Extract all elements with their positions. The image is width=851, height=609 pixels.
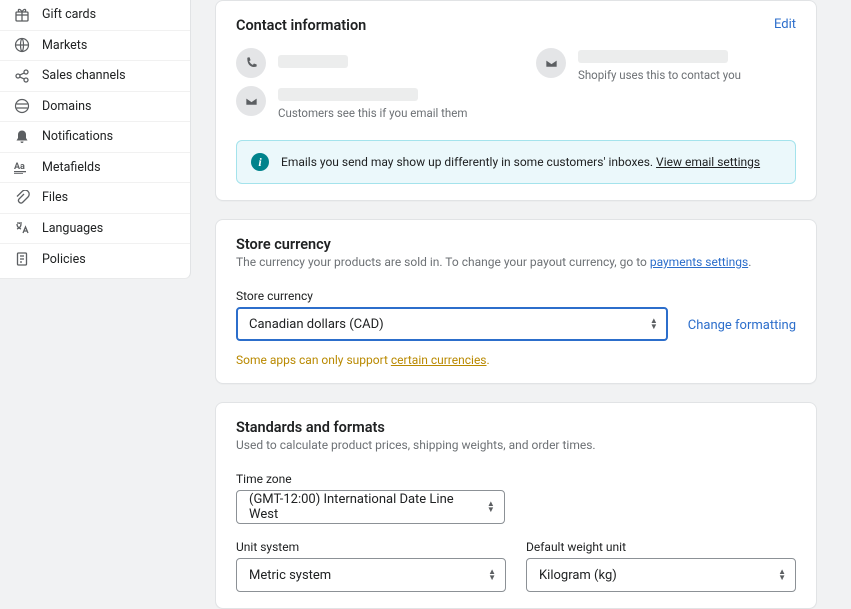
currency-select[interactable]: Canadian dollars (CAD) ▲▼ xyxy=(236,307,668,341)
share-icon xyxy=(14,68,30,84)
settings-sidebar: Gift cards Markets Sales channels Domain… xyxy=(0,0,191,278)
sidebar-item-domains[interactable]: Domains xyxy=(0,92,190,123)
currency-select-value: Canadian dollars (CAD) xyxy=(236,307,668,341)
sidebar-item-markets[interactable]: Markets xyxy=(0,31,190,62)
sidebar-label: Sales channels xyxy=(42,68,126,83)
customer-email-placeholder xyxy=(278,88,418,101)
sidebar-label: Domains xyxy=(42,99,92,114)
paperclip-icon xyxy=(14,190,30,206)
languages-icon xyxy=(14,220,30,236)
banner-text: Emails you send may show up differently … xyxy=(281,155,760,169)
unit-system-select[interactable]: Metric system ▲▼ xyxy=(236,558,506,592)
sidebar-label: Policies xyxy=(42,252,86,267)
store-currency-card: Store currency The currency your product… xyxy=(215,219,817,384)
info-icon: i xyxy=(251,153,269,171)
edit-contact-link[interactable]: Edit xyxy=(774,17,796,32)
currency-warning: Some apps can only support certain curre… xyxy=(236,353,796,367)
email-icon xyxy=(536,48,566,78)
timezone-select[interactable]: (GMT-12:00) International Date Line West… xyxy=(236,490,505,524)
metafields-icon: Aa xyxy=(14,159,30,175)
sidebar-label: Gift cards xyxy=(42,7,96,22)
weight-unit-value: Kilogram (kg) xyxy=(526,558,796,592)
domains-icon xyxy=(14,98,30,114)
unit-system-label: Unit system xyxy=(236,540,506,554)
email-info-banner: i Emails you send may show up differentl… xyxy=(236,140,796,184)
timezone-label: Time zone xyxy=(236,472,796,486)
bell-icon xyxy=(14,129,30,145)
sidebar-item-notifications[interactable]: Notifications xyxy=(0,122,190,153)
standards-card: Standards and formats Used to calculate … xyxy=(215,402,817,609)
payments-settings-link[interactable]: payments settings xyxy=(650,255,748,269)
email-icon xyxy=(236,86,266,116)
currency-subtitle: The currency your products are sold in. … xyxy=(236,255,796,269)
weight-unit-label: Default weight unit xyxy=(526,540,796,554)
svg-text:Aa: Aa xyxy=(14,162,25,172)
sidebar-item-files[interactable]: Files xyxy=(0,183,190,214)
sidebar-item-gift-cards[interactable]: Gift cards xyxy=(0,0,190,31)
sidebar-item-languages[interactable]: Languages xyxy=(0,214,190,245)
currency-label: Store currency xyxy=(236,289,668,303)
unit-system-value: Metric system xyxy=(236,558,506,592)
view-email-settings-link[interactable]: View email settings xyxy=(656,155,760,169)
policies-icon xyxy=(14,251,30,267)
settings-main: Contact information Edit xyxy=(191,0,851,528)
currency-title: Store currency xyxy=(236,236,796,253)
sidebar-label: Metafields xyxy=(42,160,101,175)
sidebar-label: Files xyxy=(42,190,68,205)
contact-info-title: Contact information xyxy=(236,17,366,34)
globe-icon xyxy=(14,37,30,53)
change-formatting-link[interactable]: Change formatting xyxy=(688,318,796,333)
shopify-email-row: Shopify uses this to contact you xyxy=(536,48,796,82)
customer-email-note: Customers see this if you email them xyxy=(278,106,496,120)
standards-subtitle: Used to calculate product prices, shippi… xyxy=(236,438,796,452)
sidebar-label: Languages xyxy=(42,221,103,236)
customer-email-row: Customers see this if you email them xyxy=(236,86,496,120)
phone-row xyxy=(236,48,496,78)
weight-unit-select[interactable]: Kilogram (kg) ▲▼ xyxy=(526,558,796,592)
sidebar-item-policies[interactable]: Policies xyxy=(0,244,190,275)
sidebar-label: Markets xyxy=(42,38,87,53)
phone-placeholder xyxy=(278,55,348,68)
contact-info-card: Contact information Edit xyxy=(215,0,817,201)
phone-icon xyxy=(236,48,266,78)
shopify-email-placeholder xyxy=(578,50,728,63)
timezone-value: (GMT-12:00) International Date Line West xyxy=(236,490,505,524)
sidebar-label: Notifications xyxy=(42,129,113,144)
gift-icon xyxy=(14,7,30,23)
sidebar-item-metafields[interactable]: Aa Metafields xyxy=(0,153,190,184)
standards-title: Standards and formats xyxy=(236,419,796,436)
shopify-email-note: Shopify uses this to contact you xyxy=(578,68,796,82)
certain-currencies-link[interactable]: certain currencies xyxy=(391,353,487,367)
sidebar-item-sales-channels[interactable]: Sales channels xyxy=(0,61,190,92)
